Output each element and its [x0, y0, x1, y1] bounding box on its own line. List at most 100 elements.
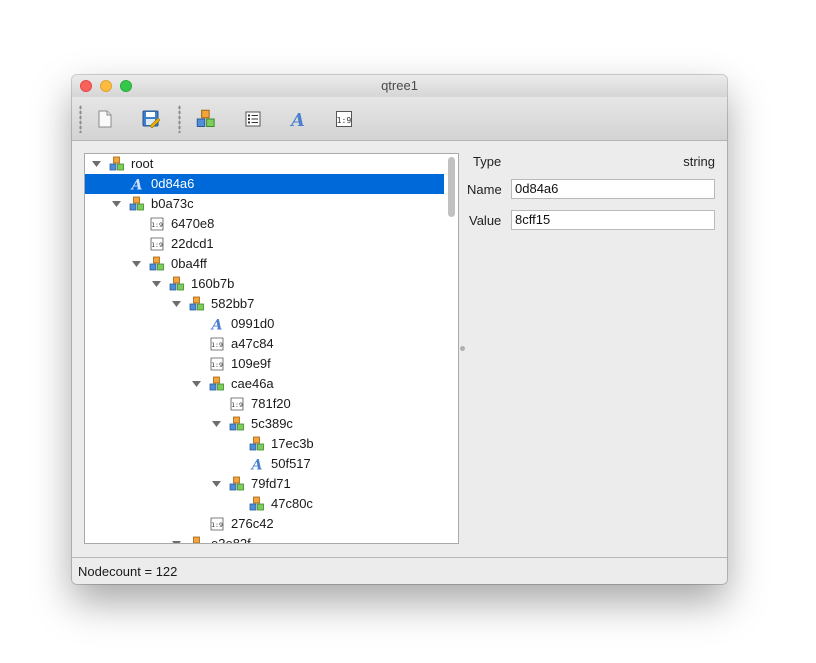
svg-text:1:9: 1:9 — [211, 361, 223, 369]
tree-row-label: 160b7b — [191, 276, 235, 291]
expand-arrow-icon[interactable] — [171, 294, 183, 314]
maximize-button[interactable] — [120, 80, 132, 92]
tree-row-label: b0a73c — [151, 196, 194, 211]
add-string-button[interactable]: A — [288, 109, 308, 131]
tree-row[interactable]: 5c389c — [85, 414, 445, 434]
expand-arrow-icon[interactable] — [191, 374, 203, 394]
string-node-icon: A — [289, 111, 305, 131]
number-node-icon: 1:9 — [336, 111, 352, 127]
object-node-icon — [229, 416, 245, 432]
toolbar-separator — [178, 105, 181, 133]
number-node-icon: 1:9 — [149, 216, 165, 232]
list-node-icon — [245, 111, 261, 127]
type-label: Type — [473, 154, 502, 169]
tree-row[interactable]: 160b7b — [85, 274, 445, 294]
expand-arrow-icon[interactable] — [91, 154, 103, 174]
svg-text:1:9: 1:9 — [231, 401, 243, 409]
svg-text:1:9: 1:9 — [151, 241, 163, 249]
svg-text:A: A — [210, 318, 223, 333]
tree-row-label: 17ec3b — [271, 436, 314, 451]
tree-row[interactable]: 47c80c — [85, 494, 445, 514]
scrollbar-thumb[interactable] — [448, 157, 455, 217]
object-node-icon — [189, 536, 205, 543]
title-bar[interactable]: qtree1 — [72, 75, 727, 97]
type-value: string — [683, 154, 715, 169]
svg-text:1:9: 1:9 — [211, 341, 223, 349]
tree-row-label: 6470e8 — [171, 216, 215, 231]
tree-row[interactable]: 79fd71 — [85, 474, 445, 494]
svg-text:1:9: 1:9 — [211, 521, 223, 529]
new-document-button[interactable] — [95, 109, 115, 129]
splitter-handle[interactable] — [460, 346, 465, 351]
tree-row[interactable]: A 0d84a6 — [85, 174, 445, 194]
tree-row[interactable]: e3e82f — [85, 534, 445, 544]
save-icon — [142, 110, 161, 129]
tree-view[interactable]: root A 0d84a6 b0a73c 1:9 6470e8 1:9 22dcd1 0ba4f… — [84, 153, 459, 544]
svg-text:A: A — [289, 111, 305, 129]
svg-text:1:9: 1:9 — [337, 115, 352, 125]
expand-arrow-icon[interactable] — [111, 194, 123, 214]
expand-arrow-icon[interactable] — [131, 254, 143, 274]
tree-row-label: cae46a — [231, 376, 274, 391]
object-node-icon — [189, 296, 205, 312]
value-label: Value — [469, 213, 502, 228]
string-node-icon: A — [129, 176, 145, 194]
expand-arrow-icon[interactable] — [211, 414, 223, 434]
string-node-icon: A — [209, 316, 225, 334]
object-node-icon — [129, 196, 145, 212]
svg-text:A: A — [250, 458, 263, 473]
number-node-icon: 1:9 — [209, 356, 225, 372]
tree-row[interactable]: A 0991d0 — [85, 314, 445, 334]
expand-arrow-icon[interactable] — [151, 274, 163, 294]
tree-row-label: 276c42 — [231, 516, 274, 531]
close-button[interactable] — [80, 80, 92, 92]
tree-row-label: 0d84a6 — [151, 176, 195, 191]
add-number-button[interactable]: 1:9 — [334, 109, 354, 129]
tree-row[interactable]: 1:9 22dcd1 — [85, 234, 445, 254]
number-node-icon: 1:9 — [149, 236, 165, 252]
tree-row-label: 0991d0 — [231, 316, 275, 331]
object-node-icon — [209, 376, 225, 392]
tree-row-label: 5c389c — [251, 416, 293, 431]
tree-row[interactable]: 1:9 781f20 — [85, 394, 445, 414]
tree-row[interactable]: 0ba4ff — [85, 254, 445, 274]
tree-row[interactable]: cae46a — [85, 374, 445, 394]
new-document-icon — [98, 110, 112, 128]
value-field[interactable]: 8cff15 — [511, 210, 715, 230]
save-button[interactable] — [141, 109, 161, 129]
app-window: qtree1 A 1:9 root A 0d84a6 b0a73c 1:9 64… — [72, 75, 727, 584]
expand-arrow-icon[interactable] — [211, 474, 223, 494]
tree-row-label: 109e9f — [231, 356, 271, 371]
tree-row[interactable]: b0a73c — [85, 194, 445, 214]
vertical-scrollbar[interactable] — [444, 154, 458, 543]
add-list-button[interactable] — [243, 109, 263, 129]
tree-row-label: 79fd71 — [251, 476, 291, 491]
minimize-button[interactable] — [100, 80, 112, 92]
name-label: Name — [467, 182, 502, 197]
toolbar-grip[interactable] — [79, 105, 82, 133]
expand-arrow-icon[interactable] — [171, 534, 183, 543]
tree-row[interactable]: A 50f517 — [85, 454, 445, 474]
name-field[interactable]: 0d84a6 — [511, 179, 715, 199]
object-node-icon — [169, 276, 185, 292]
object-node-icon — [249, 436, 265, 452]
number-node-icon: 1:9 — [229, 396, 245, 412]
tree-row[interactable]: root — [85, 154, 445, 174]
node-count: Nodecount = 122 — [78, 564, 178, 579]
tree-row-label: 50f517 — [271, 456, 311, 471]
number-node-icon: 1:9 — [209, 516, 225, 532]
tree-row-label: e3e82f — [211, 536, 251, 544]
tree-row[interactable]: 1:9 6470e8 — [85, 214, 445, 234]
tree-row[interactable]: 1:9 a47c84 — [85, 334, 445, 354]
tree-row-label: 781f20 — [251, 396, 291, 411]
tree-row[interactable]: 582bb7 — [85, 294, 445, 314]
toolbar: A 1:9 — [72, 97, 727, 141]
tree-row-label: a47c84 — [231, 336, 274, 351]
svg-text:A: A — [130, 178, 143, 193]
tree-row[interactable]: 1:9 276c42 — [85, 514, 445, 534]
add-object-button[interactable] — [196, 109, 216, 129]
tree-row[interactable]: 17ec3b — [85, 434, 445, 454]
tree-row[interactable]: 1:9 109e9f — [85, 354, 445, 374]
tree-row-label: 47c80c — [271, 496, 313, 511]
object-node-icon — [149, 256, 165, 272]
